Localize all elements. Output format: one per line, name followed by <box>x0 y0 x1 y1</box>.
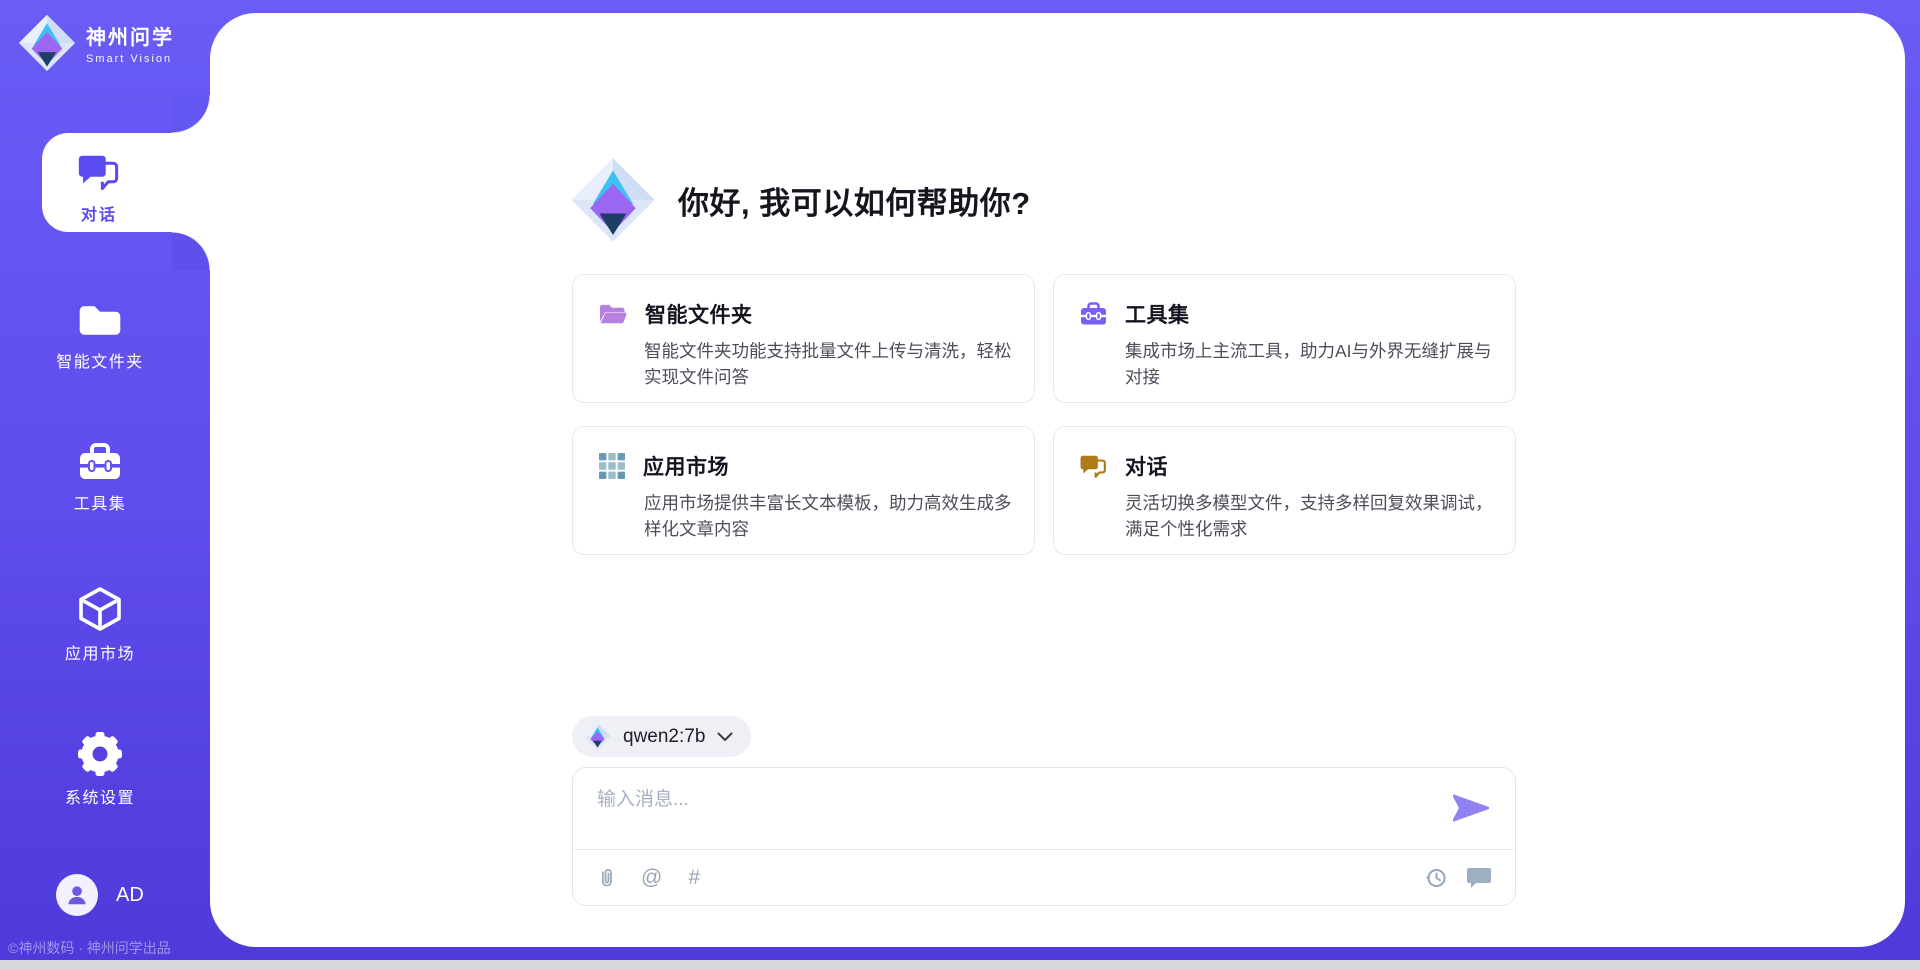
message-composer: @ # <box>572 767 1516 906</box>
card-description: 灵活切换多模型文件，支持多样回复效果调试，满足个性化需求 <box>1125 490 1497 542</box>
card-title: 对话 <box>1125 451 1168 481</box>
cube-icon <box>77 586 123 632</box>
brand-title: 神州问学 <box>86 21 174 50</box>
chat-icon <box>78 153 120 192</box>
folder-icon <box>76 300 124 340</box>
sidebar-item-settings[interactable]: 系统设置 <box>0 732 200 808</box>
history-button[interactable] <box>1425 867 1447 889</box>
brand-subtitle: Smart Vision <box>86 53 174 65</box>
avatar <box>56 874 98 916</box>
window-edge <box>0 960 1920 970</box>
sidebar-item-folders[interactable]: 智能文件夹 <box>0 300 200 372</box>
message-bubble-icon <box>1467 867 1491 888</box>
main-panel: 你好, 我可以如何帮助你? 智能文件夹 智能文件夹功能支持批量文件上传与清洗，轻… <box>210 13 1905 947</box>
toolbox-icon <box>77 442 123 482</box>
model-name: qwen2:7b <box>623 726 705 748</box>
person-icon <box>65 883 89 907</box>
shortcut-cards: 智能文件夹 智能文件夹功能支持批量文件上传与清洗，轻松实现文件问答 工具集 集成… <box>572 274 1516 555</box>
attach-button[interactable] <box>597 866 615 890</box>
send-icon <box>1453 794 1489 822</box>
sidebar-item-label: 工具集 <box>74 490 127 514</box>
card-tools[interactable]: 工具集 集成市场上主流工具，助力AI与外界无缝扩展与对接 <box>1053 274 1516 403</box>
card-description: 智能文件夹功能支持批量文件上传与清洗，轻松实现文件问答 <box>644 338 1016 390</box>
greeting: 你好, 我可以如何帮助你? <box>570 157 1031 243</box>
toolbox-icon <box>1080 302 1107 326</box>
chat-icon <box>1080 454 1107 479</box>
sidebar: 神州问学 Smart Vision 对话 智能文件夹 <box>0 0 210 970</box>
hashtag-button[interactable]: # <box>688 867 700 888</box>
feedback-button[interactable] <box>1467 867 1491 888</box>
card-title: 应用市场 <box>643 451 729 481</box>
send-button[interactable] <box>1453 794 1489 825</box>
grid-icon <box>599 453 625 479</box>
paperclip-icon <box>597 866 615 890</box>
sidebar-item-label: 系统设置 <box>65 784 135 808</box>
card-chat[interactable]: 对话 灵活切换多模型文件，支持多样回复效果调试，满足个性化需求 <box>1053 426 1516 555</box>
sidebar-item-market[interactable]: 应用市场 <box>0 586 200 664</box>
user-menu[interactable]: AD <box>56 874 144 916</box>
assistant-logo-icon <box>570 157 656 243</box>
card-description: 集成市场上主流工具，助力AI与外界无缝扩展与对接 <box>1125 338 1497 390</box>
model-selector[interactable]: qwen2:7b <box>572 716 751 757</box>
tab-curve-top <box>172 95 210 133</box>
model-logo-icon <box>584 723 611 750</box>
sidebar-item-chat[interactable]: 对话 <box>42 133 214 232</box>
gear-icon <box>78 732 122 776</box>
sidebar-item-label: 应用市场 <box>65 640 135 664</box>
card-folders[interactable]: 智能文件夹 智能文件夹功能支持批量文件上传与清洗，轻松实现文件问答 <box>572 274 1035 403</box>
user-name: AD <box>116 884 144 907</box>
card-title: 智能文件夹 <box>645 299 753 329</box>
mention-button[interactable]: @ <box>641 867 662 888</box>
card-market[interactable]: 应用市场 应用市场提供丰富长文本模板，助力高效生成多样化文章内容 <box>572 426 1035 555</box>
copyright-footer: ©神州数码 · 神州问学出品 <box>8 938 218 958</box>
message-input[interactable] <box>597 784 1447 840</box>
open-folder-icon <box>599 303 627 326</box>
sidebar-item-label: 对话 <box>81 201 117 225</box>
card-description: 应用市场提供丰富长文本模板，助力高效生成多样化文章内容 <box>644 490 1016 542</box>
brand: 神州问学 Smart Vision <box>18 14 174 72</box>
greeting-text: 你好, 我可以如何帮助你? <box>678 178 1031 223</box>
sidebar-item-tools[interactable]: 工具集 <box>0 442 200 514</box>
app-window: 神州问学 Smart Vision 对话 智能文件夹 <box>0 0 1920 970</box>
sidebar-item-label: 智能文件夹 <box>56 348 144 372</box>
brand-logo-icon <box>18 14 76 72</box>
card-title: 工具集 <box>1125 299 1190 329</box>
composer-toolbar: @ # <box>573 849 1515 905</box>
tab-curve-bottom <box>172 232 210 270</box>
chevron-down-icon <box>717 732 733 742</box>
history-icon <box>1425 867 1447 889</box>
